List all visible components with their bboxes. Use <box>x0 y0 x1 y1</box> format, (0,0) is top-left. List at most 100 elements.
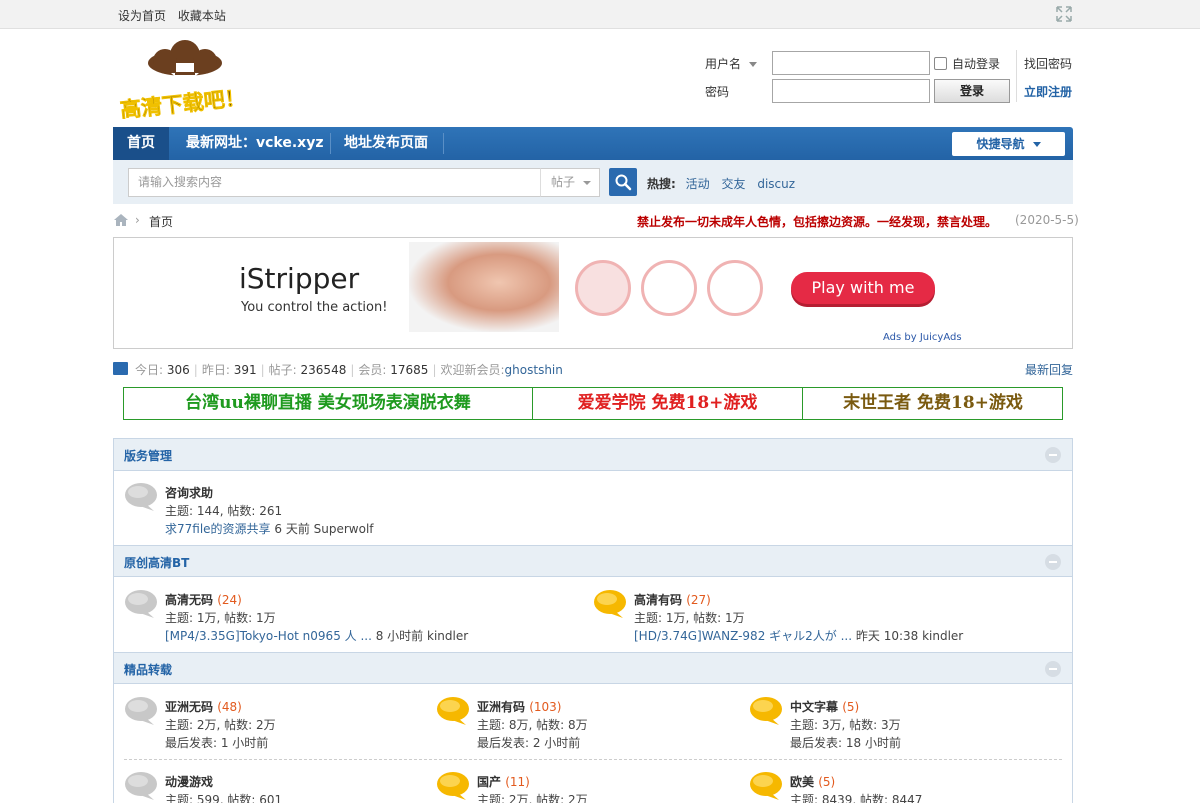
last-post-info: 8 小时前 kindler <box>375 629 469 643</box>
auto-login-checkbox[interactable] <box>934 57 947 70</box>
board-name[interactable]: 欧美 (5) <box>790 773 835 790</box>
category-title[interactable]: 原创高清BT <box>124 554 189 571</box>
search-input[interactable]: 请输入搜索内容 <box>128 168 541 197</box>
search-type-select[interactable]: 帖子 <box>540 168 600 197</box>
today-label: 今日: <box>135 363 164 377</box>
board-status-icon[interactable] <box>124 589 158 619</box>
ad-banner[interactable]: iStripper You control the action! Play w… <box>229 242 957 332</box>
search-bar: 请输入搜索内容 帖子 热搜: 活动 交友 discuz <box>113 160 1073 204</box>
board-meta: 主题: 8万, 帖数: 8万 <box>477 718 588 732</box>
board-status-icon[interactable] <box>749 696 783 726</box>
board-name[interactable]: 中文字幕 (5) <box>790 698 859 715</box>
ad-feature-icon <box>575 260 631 316</box>
fullscreen-icon[interactable] <box>1056 6 1072 22</box>
login-button[interactable]: 登录 <box>934 79 1010 103</box>
board-status-icon[interactable] <box>436 696 470 726</box>
board-name[interactable]: 咨询求助 <box>165 484 213 501</box>
collapse-icon[interactable] <box>1045 554 1061 570</box>
username-input[interactable] <box>772 51 930 75</box>
ad-brand: iStripper <box>239 262 360 295</box>
promo-link[interactable]: 台湾uu裸聊直播 美女现场表演脱衣舞 <box>124 388 532 419</box>
board-new-count: (5) <box>818 775 836 789</box>
password-input[interactable] <box>772 79 930 103</box>
nav-item-address-page[interactable]: 地址发布页面 <box>330 127 442 160</box>
last-post-info: 6 天前 Superwolf <box>274 522 374 536</box>
promo-link[interactable]: 爱爱学院 免费18+游戏 <box>533 388 802 419</box>
board-name[interactable]: 动漫游戏 <box>165 773 213 790</box>
board-new-count: (103) <box>529 700 562 714</box>
login-divider <box>1016 50 1017 102</box>
board-name[interactable]: 亚洲无码 (48) <box>165 698 242 715</box>
category-title[interactable]: 版务管理 <box>124 447 172 464</box>
caret-down-icon <box>583 181 591 185</box>
board-title: 国产 <box>477 775 502 789</box>
announcement[interactable]: 禁止发布一切未成年人色情，包括擦边资源。一经发现，禁言处理。 <box>637 213 997 230</box>
ad-cta-button[interactable]: Play with me <box>791 272 935 304</box>
stats-icon <box>113 362 128 375</box>
site-logo[interactable]: 高清下载吧！ <box>113 39 253 123</box>
hot-item[interactable]: 活动 <box>686 177 710 191</box>
board-last-post[interactable]: 最后发表: 2 小时前 <box>477 734 580 751</box>
board-last-post[interactable]: 最后发表: 18 小时前 <box>790 734 901 751</box>
board-title: 高清无码 <box>165 593 214 607</box>
board-status-icon[interactable] <box>124 696 158 726</box>
chevron-down-icon <box>748 61 757 67</box>
set-home-link[interactable]: 设为首页 <box>118 9 166 23</box>
last-post-link[interactable]: 求77file的资源共享 <box>165 522 271 536</box>
breadcrumb-current[interactable]: 首页 <box>149 213 173 230</box>
hot-item[interactable]: discuz <box>757 177 795 191</box>
ads-by-link[interactable]: Ads by JuicyAds <box>883 332 962 343</box>
board-meta: 主题: 8439, 帖数: 8447 <box>790 793 923 803</box>
last-post-info: 昨天 10:38 kindler <box>855 629 964 643</box>
board-status-icon[interactable] <box>124 771 158 801</box>
announcement-date: (2020-5-5) <box>1015 213 1079 227</box>
password-label: 密码 <box>705 85 730 99</box>
category-header: 原创高清BT <box>114 545 1072 577</box>
username-label-text: 用户名 <box>705 57 742 71</box>
members-label: 会员: <box>358 363 387 377</box>
board-name[interactable]: 高清有码 (27) <box>634 591 711 608</box>
board-new-count: (11) <box>505 775 530 789</box>
quick-nav-button[interactable]: 快捷导航 <box>952 132 1065 156</box>
board-new-count: (5) <box>842 700 860 714</box>
collapse-icon[interactable] <box>1045 661 1061 677</box>
bookmark-link[interactable]: 收藏本站 <box>178 9 226 23</box>
board-title: 动漫游戏 <box>165 775 214 789</box>
newest-member-link[interactable]: ghostshin <box>505 363 563 377</box>
ad-feature-icon <box>707 260 763 316</box>
promo-link[interactable]: 末世王者 免费18+游戏 <box>803 388 1063 419</box>
board-status-icon[interactable] <box>593 589 627 619</box>
board-name[interactable]: 亚洲有码 (103) <box>477 698 561 715</box>
last-post-link[interactable]: [HD/3.74G]WANZ-982 ギャル2人が ... <box>634 629 852 643</box>
main-nav: 首页 最新网址：vcke.xyz 地址发布页面 快捷导航 <box>113 127 1073 160</box>
username-label[interactable]: 用户名 <box>705 55 757 72</box>
register-link[interactable]: 立即注册 <box>1024 83 1072 100</box>
auto-login-label[interactable]: 自动登录 <box>952 55 1000 72</box>
board-title: 咨询求助 <box>165 486 214 500</box>
home-icon[interactable] <box>113 213 129 227</box>
ad-image <box>409 242 559 332</box>
forum-list: 版务管理 咨询求助 主题: 144, 帖数: 261 求77file的资源共享 … <box>113 438 1073 803</box>
board-name[interactable]: 高清无码 (24) <box>165 591 242 608</box>
board-last-post[interactable]: 最后发表: 1 小时前 <box>165 734 268 751</box>
board-status-icon[interactable] <box>436 771 470 801</box>
board-meta: 主题: 3万, 帖数: 3万 <box>790 718 901 732</box>
board-title: 高清有码 <box>634 593 683 607</box>
category-title[interactable]: 精品转载 <box>124 661 172 678</box>
board-title: 亚洲有码 <box>477 700 526 714</box>
top-links: 设为首页 收藏本站 <box>118 7 234 24</box>
forum-stats: 今日: 306 | 昨日: 391 | 帖子: 236548 | 会员: 17685 | 欢迎新… <box>113 360 1073 378</box>
board-last-post: 求77file的资源共享 6 天前 Superwolf <box>165 520 374 537</box>
forgot-password-link[interactable]: 找回密码 <box>1024 55 1072 72</box>
latest-replies-link[interactable]: 最新回复 <box>1025 361 1073 378</box>
board-name[interactable]: 国产 (11) <box>477 773 530 790</box>
nav-item-home[interactable]: 首页 <box>113 127 169 160</box>
search-button[interactable] <box>609 168 637 196</box>
nav-item-latest-url[interactable]: 最新网址：vcke.xyz <box>172 127 337 160</box>
last-post-link[interactable]: [MP4/3.35G]Tokyo-Hot n0965 人 ... <box>165 629 372 643</box>
hot-item[interactable]: 交友 <box>721 177 745 191</box>
board-status-icon[interactable] <box>124 482 158 512</box>
collapse-icon[interactable] <box>1045 447 1061 463</box>
board-new-count: (24) <box>217 593 242 607</box>
board-status-icon[interactable] <box>749 771 783 801</box>
